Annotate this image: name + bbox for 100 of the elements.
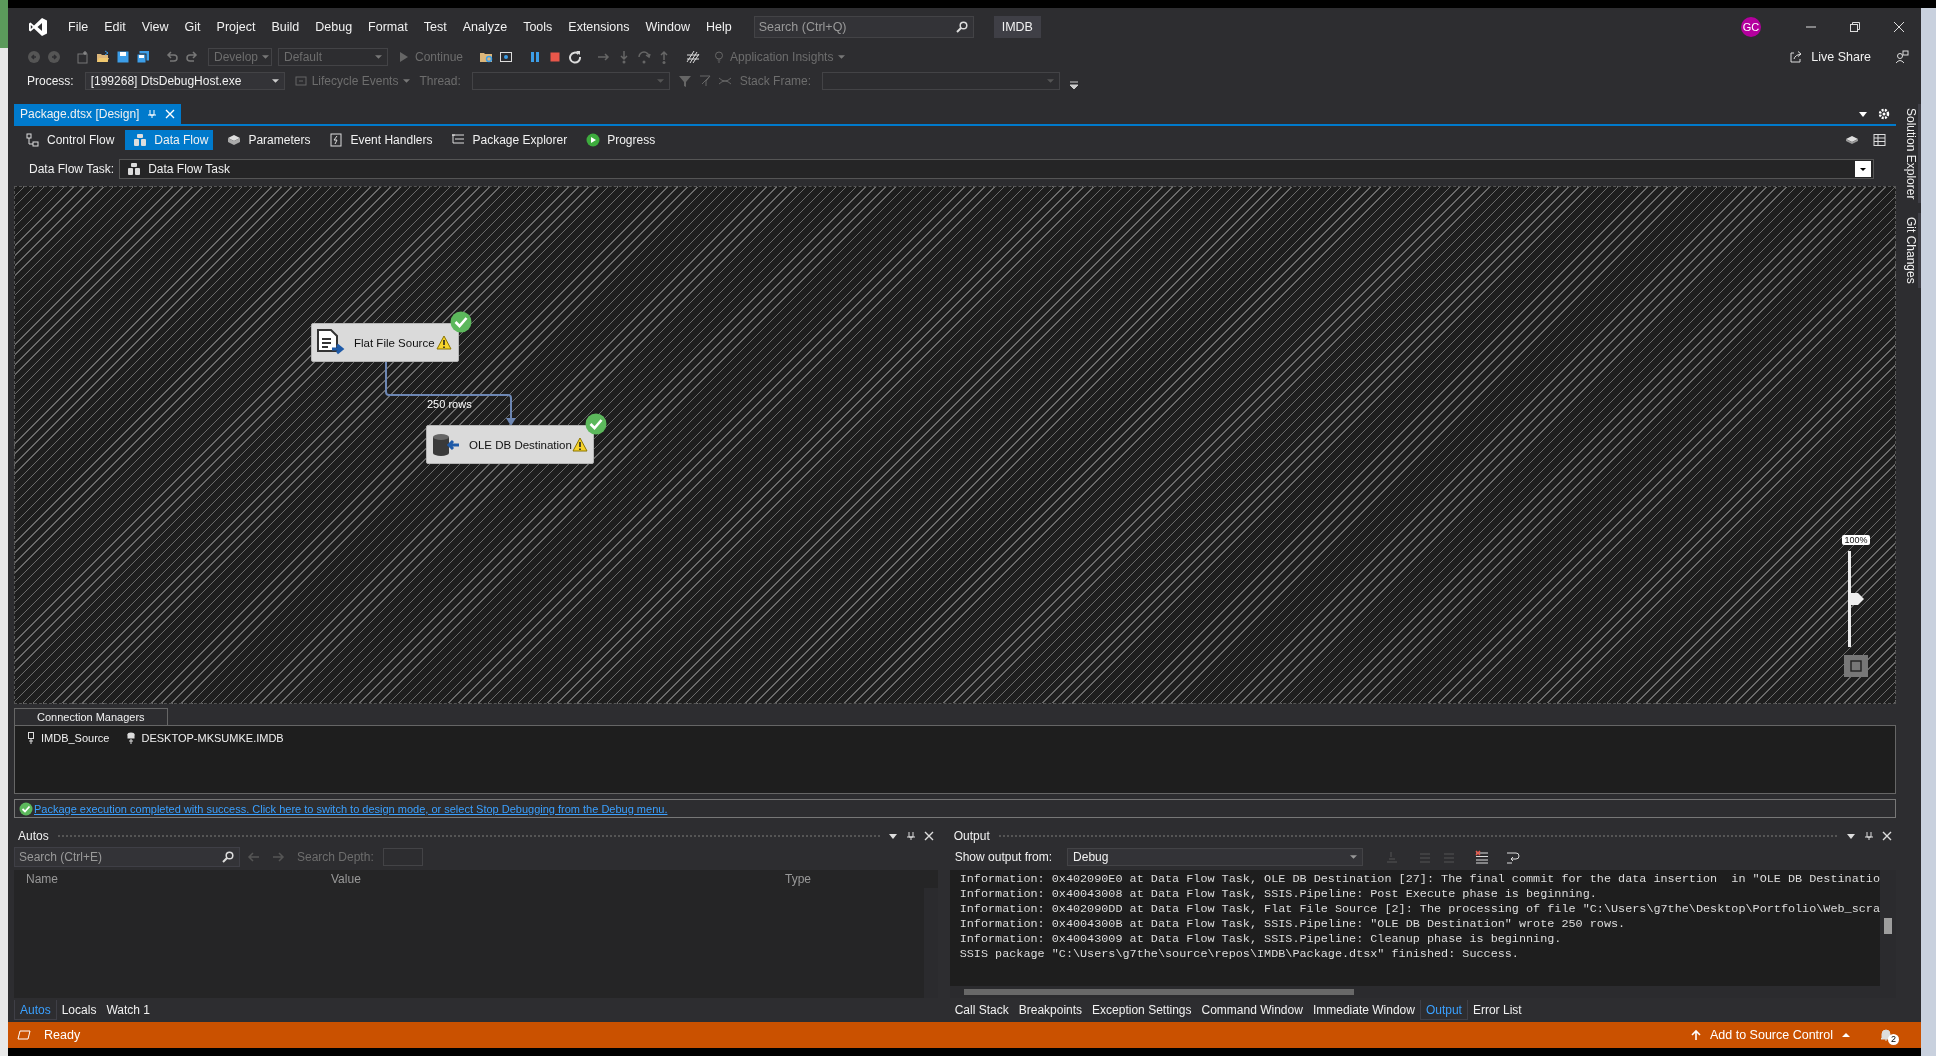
close-icon[interactable] <box>1882 831 1892 841</box>
menu-item[interactable]: Debug <box>307 20 361 34</box>
designer-tab[interactable]: Control Flow <box>18 130 120 150</box>
panel-tab[interactable]: Watch 1 <box>101 1000 155 1020</box>
caret-icon <box>375 55 382 59</box>
search-icon <box>222 851 234 863</box>
path-arrow[interactable] <box>385 361 516 426</box>
dropdown-icon[interactable] <box>887 831 898 841</box>
dropdown-icon[interactable] <box>1858 109 1868 119</box>
source-control-button[interactable]: Add to Source Control <box>1684 1027 1857 1043</box>
column-header[interactable]: Value <box>331 872 785 886</box>
user-avatar[interactable]: GC <box>1741 17 1761 37</box>
menu-item[interactable]: Format <box>360 20 416 34</box>
folder-icon[interactable] <box>479 50 494 64</box>
menu-item[interactable]: Build <box>263 20 308 34</box>
menu-item[interactable]: Window <box>637 20 698 34</box>
flat-file-icon <box>316 328 346 357</box>
panel-tab[interactable]: Locals <box>56 1000 102 1020</box>
close-icon[interactable] <box>1893 21 1905 33</box>
thread-label: Thread: <box>419 74 461 88</box>
menu-item[interactable]: Test <box>415 20 455 34</box>
output-source-dropdown[interactable]: Debug <box>1067 848 1364 866</box>
output-line: Information: 0x402090E0 at Data Flow Task, OLE DB Destination [27]: The final commit for the data insertion in "OLE DB Destinatio <box>959 872 1880 887</box>
save-all-icon[interactable] <box>136 50 150 64</box>
menu-item[interactable]: Project <box>208 20 264 34</box>
word-wrap-icon[interactable] <box>1506 850 1521 864</box>
stack-frame-label: Stack Frame: <box>739 74 812 88</box>
caret-icon <box>656 79 664 83</box>
node-label: Flat File Source <box>354 336 436 349</box>
panel-title: Autos <box>18 829 49 843</box>
output-line: SSIS package "C:\Users\g7the\source\repos\IMDB\Package.dtsx" finished: Success. <box>959 947 1520 962</box>
redo-icon[interactable] <box>185 50 199 64</box>
caret-icon <box>1841 1030 1851 1040</box>
variables-icon[interactable] <box>1872 133 1886 147</box>
panel-tab[interactable]: Command Window <box>1196 1000 1308 1020</box>
status-text: Ready <box>44 1028 81 1042</box>
output-line: Information: 0x402090DD at Data Flow Task, Flat File Source [2]: The processing of file "C:\Users\g7the\Desktop\Portfolio\Web_scra <box>959 902 1880 917</box>
column-header[interactable]: Type <box>785 872 811 886</box>
task-dropdown[interactable]: Data Flow Task <box>119 159 1874 179</box>
undo-icon[interactable] <box>165 50 179 64</box>
menu-item[interactable]: Extensions <box>560 20 638 34</box>
save-icon[interactable] <box>116 50 130 64</box>
menu-item[interactable]: Tools <box>515 20 561 34</box>
panel-tab[interactable]: Error List <box>1467 1000 1527 1020</box>
pin-icon[interactable] <box>1864 831 1874 841</box>
stop-icon[interactable] <box>548 50 563 64</box>
panel-tab[interactable]: Autos <box>14 1000 57 1020</box>
panel-tab[interactable]: Breakpoints <box>1013 1000 1088 1020</box>
component-node[interactable]: OLE DB Destination <box>426 425 594 464</box>
pin-icon[interactable] <box>905 831 916 841</box>
panel-tab[interactable]: Output <box>1419 1000 1468 1020</box>
component-node[interactable]: Flat File Source <box>311 323 459 362</box>
new-project-icon[interactable] <box>76 50 90 64</box>
panel-tab[interactable]: Call Stack <box>949 1000 1014 1020</box>
fit-to-window-icon[interactable] <box>1844 655 1868 677</box>
column-header[interactable]: Name <box>26 872 331 886</box>
design-canvas[interactable]: Flat File Source 250 rows OLE DB Destination 100% <box>14 186 1896 704</box>
connection-manager-item[interactable]: IMDB_Source <box>25 732 110 744</box>
process-dropdown[interactable]: [199268] DtsDebugHost.exe <box>84 72 285 90</box>
menu-item[interactable]: Help <box>697 20 740 34</box>
close-icon[interactable] <box>923 831 934 841</box>
menu-item[interactable]: Analyze <box>454 20 516 34</box>
clear-all-icon[interactable] <box>1475 850 1490 864</box>
panel-tab[interactable]: Exception Settings <box>1087 1000 1197 1020</box>
caret-icon <box>1350 855 1358 859</box>
search-depth-label: Search Depth: <box>297 850 374 864</box>
step-over-icon[interactable] <box>637 50 652 64</box>
menu-item[interactable]: Edit <box>96 20 134 34</box>
toolbox-icon[interactable] <box>1845 133 1859 147</box>
restore-icon[interactable] <box>1849 21 1861 33</box>
dropdown-icon[interactable] <box>1846 831 1856 841</box>
menu-item[interactable]: File <box>60 20 97 34</box>
live-share-button[interactable]: Live Share <box>1782 50 1875 64</box>
search-field[interactable]: Search (Ctrl+Q) <box>753 16 974 38</box>
open-folder-icon[interactable] <box>96 50 110 64</box>
panel-tab[interactable]: Immediate Window <box>1307 1000 1420 1020</box>
feedback-icon[interactable] <box>1895 50 1909 64</box>
search-field[interactable]: Search (Ctrl+E) <box>14 847 240 867</box>
designer-tab[interactable]: Package Explorer <box>443 130 573 150</box>
designer-tab[interactable]: Parameters <box>219 130 316 150</box>
hatched-icon[interactable] <box>686 50 701 64</box>
screenshot-icon[interactable] <box>499 50 514 64</box>
designer-tab[interactable]: Progress <box>578 130 661 150</box>
search-icon <box>955 21 968 33</box>
connection-manager-item[interactable]: DESKTOP-MKSUMKE.IMDB <box>125 732 284 744</box>
restart-icon[interactable] <box>568 50 583 64</box>
designer-tab[interactable]: Data Flow <box>125 130 214 150</box>
notification-icon[interactable] <box>1879 1028 1893 1042</box>
settings-icon[interactable] <box>1878 108 1890 120</box>
zoom-slider[interactable] <box>1848 551 1864 647</box>
output-line: Information: 0x40043009 at Data Flow Task, SSIS.Pipeline: Cleanup phase is beginning. <box>959 932 1563 947</box>
menu-item[interactable]: View <box>133 20 177 34</box>
share-icon <box>1789 50 1804 64</box>
overflow-icon[interactable] <box>1068 79 1081 91</box>
slider-thumb[interactable] <box>1848 593 1864 605</box>
menu-item[interactable]: Git <box>176 20 209 34</box>
designer-tab[interactable]: Event Handlers <box>321 130 438 150</box>
flag-filter-icon[interactable] <box>697 74 712 88</box>
filter-icon[interactable] <box>677 74 692 88</box>
database-plug-icon <box>125 732 138 744</box>
